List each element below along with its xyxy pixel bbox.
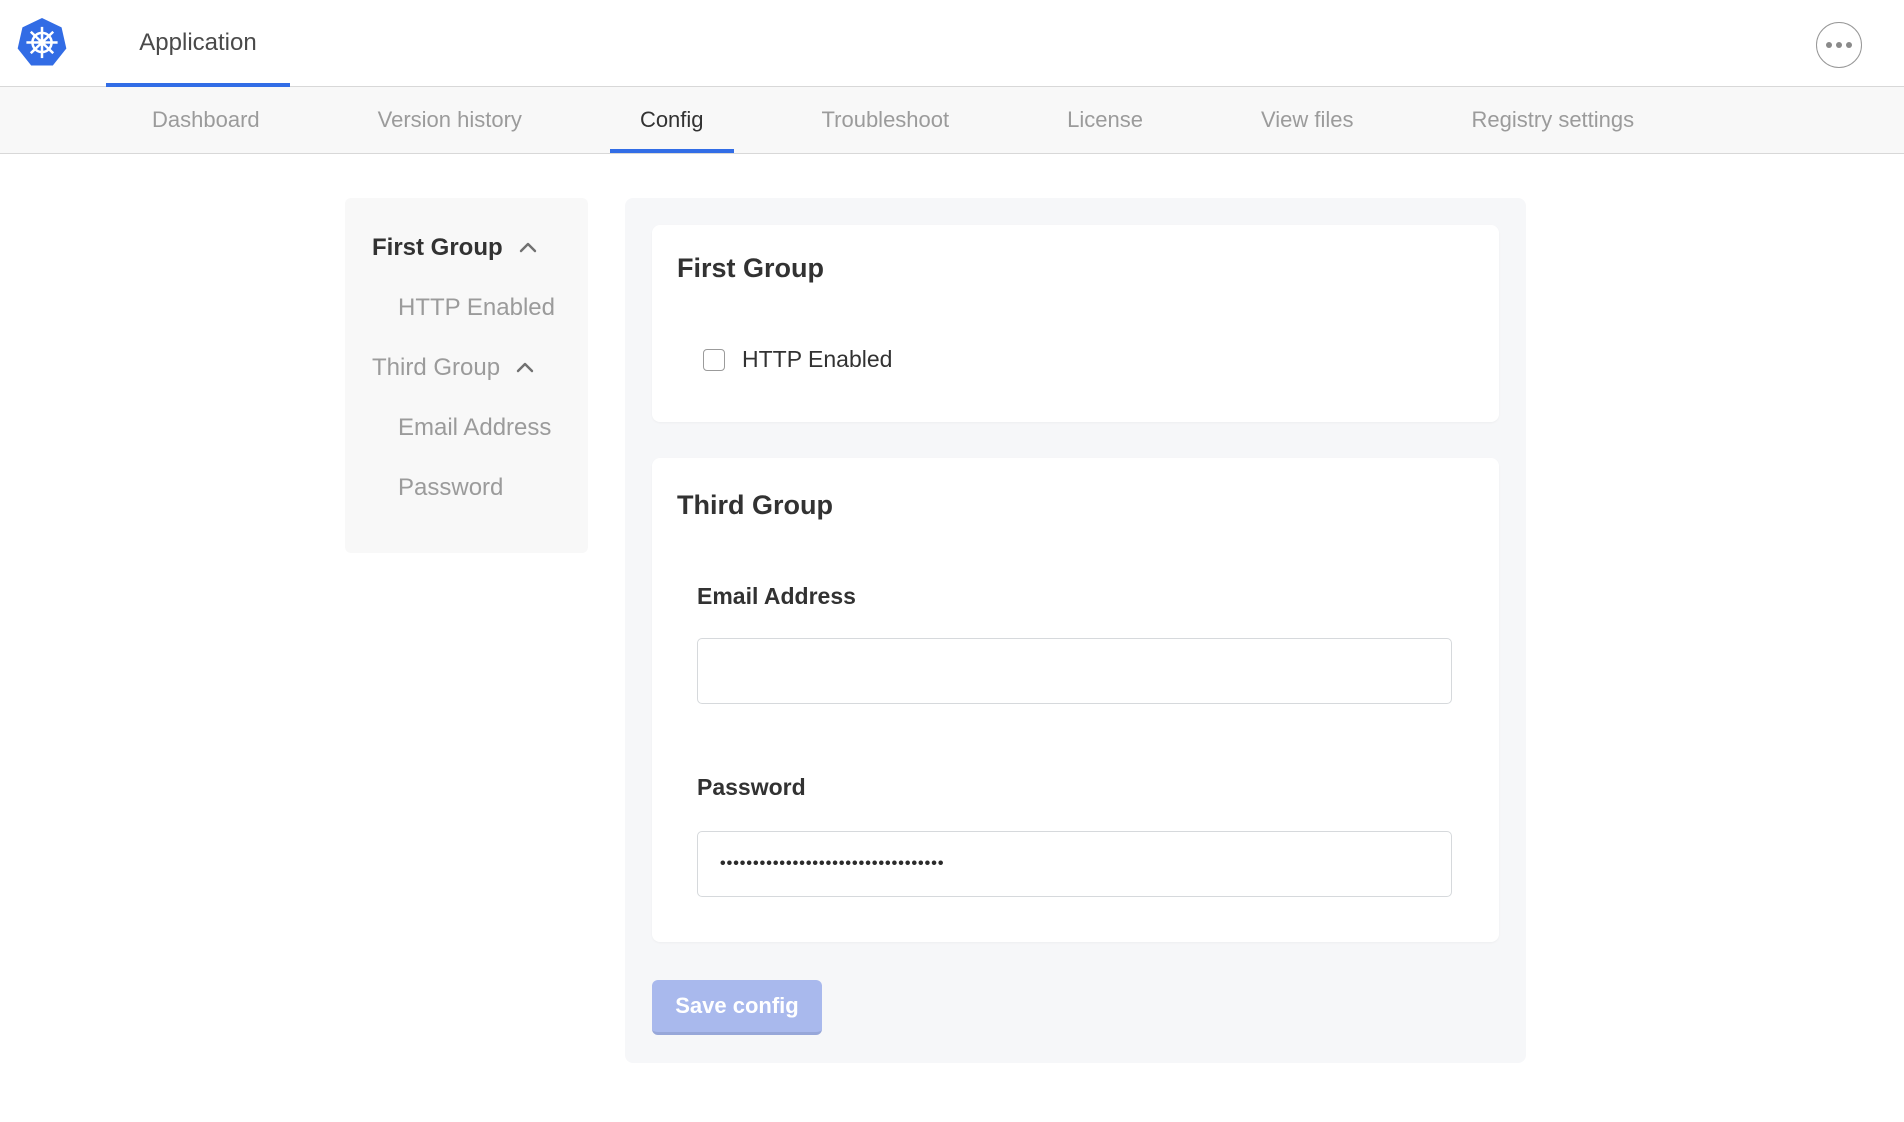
tab-license[interactable]: License: [1037, 87, 1173, 153]
ellipsis-icon: [1826, 42, 1852, 48]
tab-application[interactable]: Application: [106, 0, 290, 86]
sidebar-group-first-group-label: First Group: [372, 234, 503, 262]
sidebar-group-third-group[interactable]: Third Group: [345, 338, 588, 398]
overflow-menu-button[interactable]: [1816, 22, 1862, 68]
http-enabled-label[interactable]: HTTP Enabled: [742, 346, 892, 373]
app-header: Application: [0, 0, 1904, 87]
sidebar-group-third-group-label: Third Group: [372, 354, 500, 382]
kubernetes-logo: [16, 17, 68, 69]
third-group-fields: Email Address Password: [697, 585, 1452, 897]
active-tab-underline: [106, 83, 290, 87]
tab-version-history[interactable]: Version history: [348, 87, 552, 153]
sidebar-item-http-enabled[interactable]: HTTP Enabled: [345, 278, 588, 338]
email-address-input[interactable]: [697, 638, 1452, 704]
config-group-card-first-group: First Group HTTP Enabled: [652, 225, 1499, 422]
app-subnav: Dashboard Version history Config Trouble…: [0, 87, 1904, 154]
chevron-up-icon: [514, 359, 536, 377]
tab-view-files[interactable]: View files: [1231, 87, 1384, 153]
chevron-up-icon: [517, 239, 539, 257]
sidebar-item-email-address[interactable]: Email Address: [345, 398, 588, 458]
password-input[interactable]: [697, 831, 1452, 897]
http-enabled-checkbox[interactable]: [703, 349, 725, 371]
config-group-card-third-group: Third Group Email Address Password: [652, 458, 1499, 942]
password-label: Password: [697, 776, 1452, 799]
sidebar-group-first-group[interactable]: First Group: [345, 218, 588, 278]
group-title-third-group: Third Group: [677, 492, 1474, 519]
tab-troubleshoot[interactable]: Troubleshoot: [792, 87, 980, 153]
tab-dashboard[interactable]: Dashboard: [122, 87, 290, 153]
tab-application-label: Application: [139, 29, 256, 57]
http-enabled-row: HTTP Enabled: [703, 346, 1474, 373]
config-panel: First Group HTTP Enabled Third Group Ema…: [625, 198, 1526, 1063]
group-title-first-group: First Group: [677, 255, 1474, 282]
save-config-button[interactable]: Save config: [652, 980, 822, 1035]
config-page: First Group HTTP Enabled Third Group Ema…: [0, 154, 1904, 1122]
tab-registry-settings[interactable]: Registry settings: [1442, 87, 1665, 153]
email-address-label: Email Address: [697, 585, 1452, 608]
sidebar-item-password[interactable]: Password: [345, 458, 588, 518]
config-side-nav: First Group HTTP Enabled Third Group Ema…: [345, 198, 588, 553]
tab-config[interactable]: Config: [610, 87, 734, 153]
